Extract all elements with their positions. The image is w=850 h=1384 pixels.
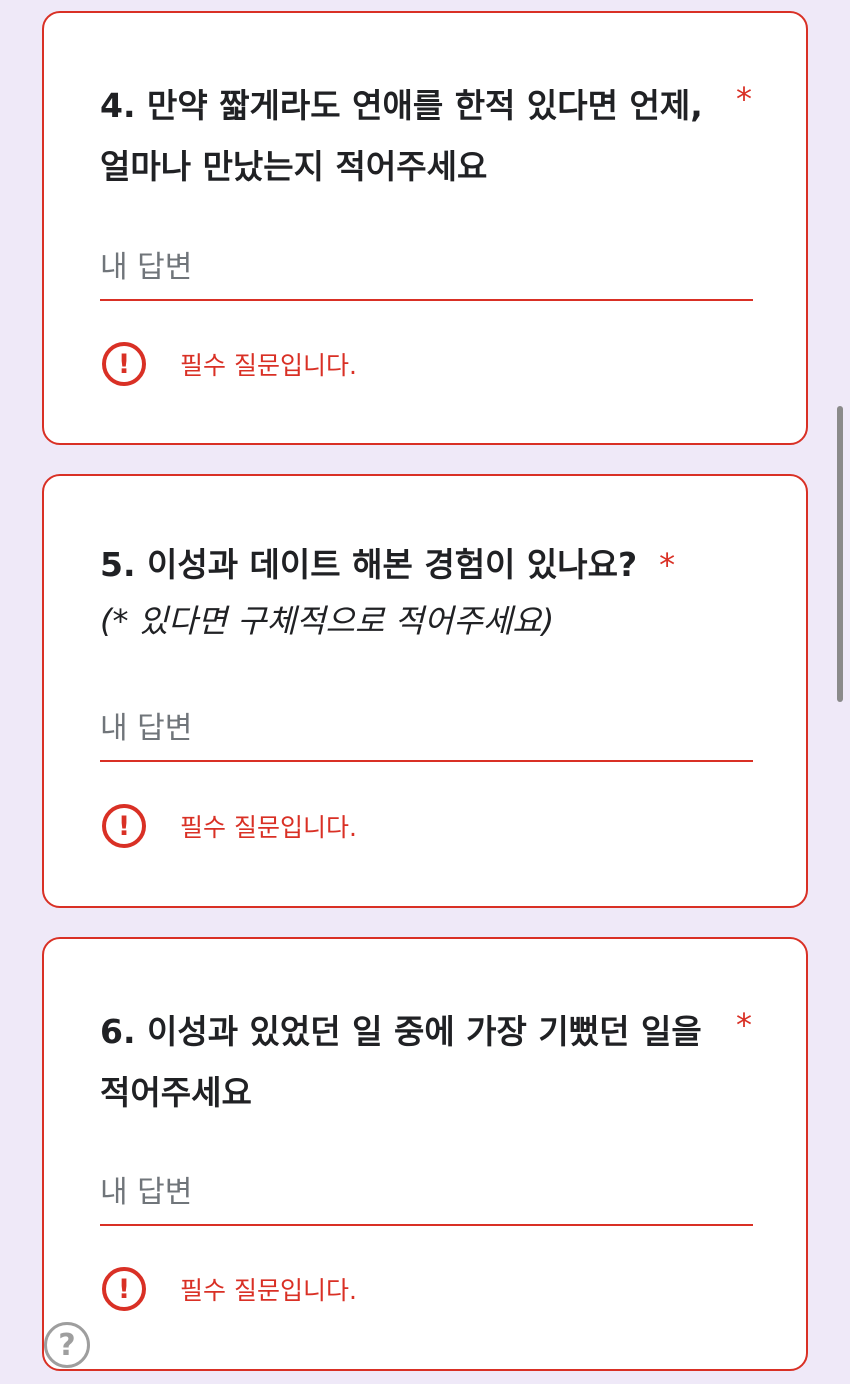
error-message: ! 필수 질문입니다.: [102, 340, 357, 388]
question-title: 5. 이성과 데이트 해본 경험이 있나요? * (* 있다면 구체적으로 적어주…: [100, 534, 760, 647]
required-asterisk: *: [736, 1006, 752, 1044]
answer-field[interactable]: [100, 235, 753, 301]
scrollbar-thumb[interactable]: [837, 406, 843, 702]
error-message: ! 필수 질문입니다.: [102, 802, 357, 850]
exclamation-circle-icon: !: [102, 342, 146, 386]
question-card-4: 4. 만약 짧게라도 연애를 한적 있다면 언제, 얼마나 만났는지 적어주세요…: [42, 11, 808, 445]
required-asterisk: *: [659, 546, 676, 584]
answer-input[interactable]: [100, 1160, 753, 1224]
form-page: 4. 만약 짧게라도 연애를 한적 있다면 언제, 얼마나 만났는지 적어주세요…: [0, 0, 850, 1384]
answer-input[interactable]: [100, 235, 753, 299]
question-title-text: 5. 이성과 데이트 해본 경험이 있나요?: [100, 545, 638, 584]
error-message: ! 필수 질문입니다.: [102, 1265, 357, 1313]
question-description: (* 있다면 구체적으로 적어주세요): [100, 602, 555, 640]
answer-field[interactable]: [100, 696, 753, 762]
error-text: 필수 질문입니다.: [180, 351, 357, 380]
answer-input[interactable]: [100, 696, 753, 760]
error-text: 필수 질문입니다.: [180, 1276, 357, 1305]
question-card-6: 6. 이성과 있었던 일 중에 가장 기뻤던 일을 적어주세요 * ! 필수 질…: [42, 937, 808, 1371]
question-title: 6. 이성과 있었던 일 중에 가장 기뻤던 일을 적어주세요: [100, 1001, 720, 1123]
error-text: 필수 질문입니다.: [180, 813, 357, 842]
exclamation-circle-icon: !: [102, 1267, 146, 1311]
question-card-5: 5. 이성과 데이트 해본 경험이 있나요? * (* 있다면 구체적으로 적어주…: [42, 474, 808, 908]
question-title-text: 4. 만약 짧게라도 연애를 한적 있다면 언제, 얼마나 만났는지 적어주세요: [100, 86, 703, 186]
answer-field[interactable]: [100, 1160, 753, 1226]
exclamation-circle-icon: !: [102, 804, 146, 848]
required-asterisk: *: [736, 80, 752, 118]
question-circle-icon[interactable]: ?: [44, 1322, 90, 1368]
question-title: 4. 만약 짧게라도 연애를 한적 있다면 언제, 얼마나 만났는지 적어주세요: [100, 75, 720, 197]
question-title-text: 6. 이성과 있었던 일 중에 가장 기뻤던 일을 적어주세요: [100, 1012, 702, 1112]
